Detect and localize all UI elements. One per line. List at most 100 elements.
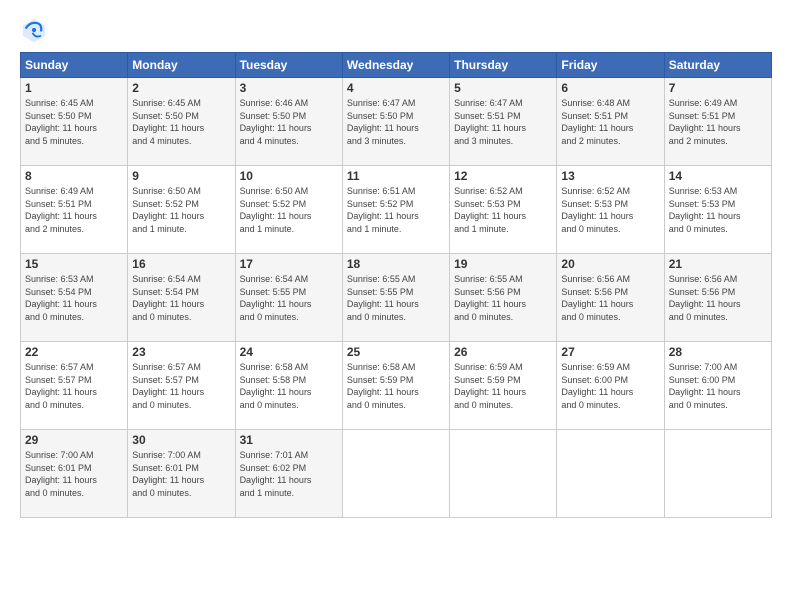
day-info: Sunrise: 6:49 AM Sunset: 5:51 PM Dayligh… xyxy=(669,97,767,147)
day-info: Sunrise: 6:59 AM Sunset: 5:59 PM Dayligh… xyxy=(454,361,552,411)
day-info: Sunrise: 7:00 AM Sunset: 6:00 PM Dayligh… xyxy=(669,361,767,411)
day-number: 26 xyxy=(454,345,552,359)
calendar-cell: 29 Sunrise: 7:00 AM Sunset: 6:01 PM Dayli… xyxy=(21,430,128,518)
page-header xyxy=(20,16,772,44)
day-number: 5 xyxy=(454,81,552,95)
calendar: SundayMondayTuesdayWednesdayThursdayFrid… xyxy=(20,52,772,518)
day-number: 16 xyxy=(132,257,230,271)
day-info: Sunrise: 6:58 AM Sunset: 5:58 PM Dayligh… xyxy=(240,361,338,411)
day-info: Sunrise: 6:46 AM Sunset: 5:50 PM Dayligh… xyxy=(240,97,338,147)
calendar-cell: 2 Sunrise: 6:45 AM Sunset: 5:50 PM Daylig… xyxy=(128,78,235,166)
week-row-4: 22 Sunrise: 6:57 AM Sunset: 5:57 PM Dayli… xyxy=(21,342,772,430)
day-info: Sunrise: 6:51 AM Sunset: 5:52 PM Dayligh… xyxy=(347,185,445,235)
day-info: Sunrise: 6:48 AM Sunset: 5:51 PM Dayligh… xyxy=(561,97,659,147)
weekday-thursday: Thursday xyxy=(450,53,557,78)
calendar-cell: 17 Sunrise: 6:54 AM Sunset: 5:55 PM Dayli… xyxy=(235,254,342,342)
calendar-body: 1Sunrise: 6:45 AM Sunset: 5:50 PM Daylig… xyxy=(21,78,772,518)
calendar-cell: 9 Sunrise: 6:50 AM Sunset: 5:52 PM Daylig… xyxy=(128,166,235,254)
day-number: 14 xyxy=(669,169,767,183)
calendar-cell: 31 Sunrise: 7:01 AM Sunset: 6:02 PM Dayli… xyxy=(235,430,342,518)
day-number: 4 xyxy=(347,81,445,95)
day-number: 10 xyxy=(240,169,338,183)
day-info: Sunrise: 6:57 AM Sunset: 5:57 PM Dayligh… xyxy=(132,361,230,411)
week-row-3: 15 Sunrise: 6:53 AM Sunset: 5:54 PM Dayli… xyxy=(21,254,772,342)
calendar-header: SundayMondayTuesdayWednesdayThursdayFrid… xyxy=(21,53,772,78)
day-info: Sunrise: 6:50 AM Sunset: 5:52 PM Dayligh… xyxy=(132,185,230,235)
calendar-cell: 26 Sunrise: 6:59 AM Sunset: 5:59 PM Dayli… xyxy=(450,342,557,430)
calendar-cell: 30 Sunrise: 7:00 AM Sunset: 6:01 PM Dayli… xyxy=(128,430,235,518)
day-info: Sunrise: 6:55 AM Sunset: 5:56 PM Dayligh… xyxy=(454,273,552,323)
calendar-cell: 1Sunrise: 6:45 AM Sunset: 5:50 PM Daylig… xyxy=(21,78,128,166)
day-number: 30 xyxy=(132,433,230,447)
calendar-cell: 18 Sunrise: 6:55 AM Sunset: 5:55 PM Dayli… xyxy=(342,254,449,342)
day-number: 27 xyxy=(561,345,659,359)
calendar-cell: 3 Sunrise: 6:46 AM Sunset: 5:50 PM Daylig… xyxy=(235,78,342,166)
day-info: Sunrise: 6:59 AM Sunset: 6:00 PM Dayligh… xyxy=(561,361,659,411)
calendar-cell xyxy=(342,430,449,518)
week-row-1: 1Sunrise: 6:45 AM Sunset: 5:50 PM Daylig… xyxy=(21,78,772,166)
calendar-cell: 6 Sunrise: 6:48 AM Sunset: 5:51 PM Daylig… xyxy=(557,78,664,166)
day-number: 15 xyxy=(25,257,123,271)
calendar-cell: 21 Sunrise: 6:56 AM Sunset: 5:56 PM Dayli… xyxy=(664,254,771,342)
calendar-cell: 4 Sunrise: 6:47 AM Sunset: 5:50 PM Daylig… xyxy=(342,78,449,166)
day-number: 3 xyxy=(240,81,338,95)
day-info: Sunrise: 6:55 AM Sunset: 5:55 PM Dayligh… xyxy=(347,273,445,323)
day-info: Sunrise: 6:54 AM Sunset: 5:54 PM Dayligh… xyxy=(132,273,230,323)
day-info: Sunrise: 6:56 AM Sunset: 5:56 PM Dayligh… xyxy=(561,273,659,323)
week-row-5: 29 Sunrise: 7:00 AM Sunset: 6:01 PM Dayli… xyxy=(21,430,772,518)
day-number: 25 xyxy=(347,345,445,359)
day-info: Sunrise: 6:47 AM Sunset: 5:51 PM Dayligh… xyxy=(454,97,552,147)
weekday-sunday: Sunday xyxy=(21,53,128,78)
day-info: Sunrise: 6:57 AM Sunset: 5:57 PM Dayligh… xyxy=(25,361,123,411)
day-number: 29 xyxy=(25,433,123,447)
day-info: Sunrise: 7:01 AM Sunset: 6:02 PM Dayligh… xyxy=(240,449,338,499)
calendar-cell: 16 Sunrise: 6:54 AM Sunset: 5:54 PM Dayli… xyxy=(128,254,235,342)
day-number: 21 xyxy=(669,257,767,271)
day-info: Sunrise: 7:00 AM Sunset: 6:01 PM Dayligh… xyxy=(25,449,123,499)
day-info: Sunrise: 6:56 AM Sunset: 5:56 PM Dayligh… xyxy=(669,273,767,323)
day-number: 18 xyxy=(347,257,445,271)
day-number: 19 xyxy=(454,257,552,271)
day-info: Sunrise: 6:53 AM Sunset: 5:54 PM Dayligh… xyxy=(25,273,123,323)
day-number: 28 xyxy=(669,345,767,359)
weekday-saturday: Saturday xyxy=(664,53,771,78)
day-info: Sunrise: 6:54 AM Sunset: 5:55 PM Dayligh… xyxy=(240,273,338,323)
weekday-monday: Monday xyxy=(128,53,235,78)
calendar-cell: 25 Sunrise: 6:58 AM Sunset: 5:59 PM Dayli… xyxy=(342,342,449,430)
day-number: 13 xyxy=(561,169,659,183)
weekday-wednesday: Wednesday xyxy=(342,53,449,78)
calendar-cell: 11Sunrise: 6:51 AM Sunset: 5:52 PM Dayli… xyxy=(342,166,449,254)
day-number: 12 xyxy=(454,169,552,183)
day-info: Sunrise: 6:53 AM Sunset: 5:53 PM Dayligh… xyxy=(669,185,767,235)
day-info: Sunrise: 6:58 AM Sunset: 5:59 PM Dayligh… xyxy=(347,361,445,411)
day-number: 9 xyxy=(132,169,230,183)
day-info: Sunrise: 6:50 AM Sunset: 5:52 PM Dayligh… xyxy=(240,185,338,235)
calendar-cell: 7Sunrise: 6:49 AM Sunset: 5:51 PM Daylig… xyxy=(664,78,771,166)
day-number: 20 xyxy=(561,257,659,271)
weekday-tuesday: Tuesday xyxy=(235,53,342,78)
calendar-cell: 27 Sunrise: 6:59 AM Sunset: 6:00 PM Dayli… xyxy=(557,342,664,430)
calendar-cell: 12Sunrise: 6:52 AM Sunset: 5:53 PM Dayli… xyxy=(450,166,557,254)
day-info: Sunrise: 6:47 AM Sunset: 5:50 PM Dayligh… xyxy=(347,97,445,147)
calendar-cell: 28 Sunrise: 7:00 AM Sunset: 6:00 PM Dayli… xyxy=(664,342,771,430)
day-number: 6 xyxy=(561,81,659,95)
calendar-cell: 24 Sunrise: 6:58 AM Sunset: 5:58 PM Dayli… xyxy=(235,342,342,430)
day-number: 2 xyxy=(132,81,230,95)
calendar-cell: 5 Sunrise: 6:47 AM Sunset: 5:51 PM Daylig… xyxy=(450,78,557,166)
calendar-cell: 14 Sunrise: 6:53 AM Sunset: 5:53 PM Dayli… xyxy=(664,166,771,254)
day-number: 31 xyxy=(240,433,338,447)
day-info: Sunrise: 6:45 AM Sunset: 5:50 PM Dayligh… xyxy=(25,97,123,147)
calendar-cell: 19 Sunrise: 6:55 AM Sunset: 5:56 PM Dayli… xyxy=(450,254,557,342)
calendar-cell: 10 Sunrise: 6:50 AM Sunset: 5:52 PM Dayli… xyxy=(235,166,342,254)
day-number: 23 xyxy=(132,345,230,359)
day-number: 22 xyxy=(25,345,123,359)
day-info: Sunrise: 6:45 AM Sunset: 5:50 PM Dayligh… xyxy=(132,97,230,147)
day-number: 17 xyxy=(240,257,338,271)
calendar-cell xyxy=(557,430,664,518)
logo xyxy=(20,16,52,44)
calendar-cell: 20 Sunrise: 6:56 AM Sunset: 5:56 PM Dayli… xyxy=(557,254,664,342)
calendar-cell: 23 Sunrise: 6:57 AM Sunset: 5:57 PM Dayli… xyxy=(128,342,235,430)
day-number: 24 xyxy=(240,345,338,359)
day-info: Sunrise: 7:00 AM Sunset: 6:01 PM Dayligh… xyxy=(132,449,230,499)
day-number: 8 xyxy=(25,169,123,183)
